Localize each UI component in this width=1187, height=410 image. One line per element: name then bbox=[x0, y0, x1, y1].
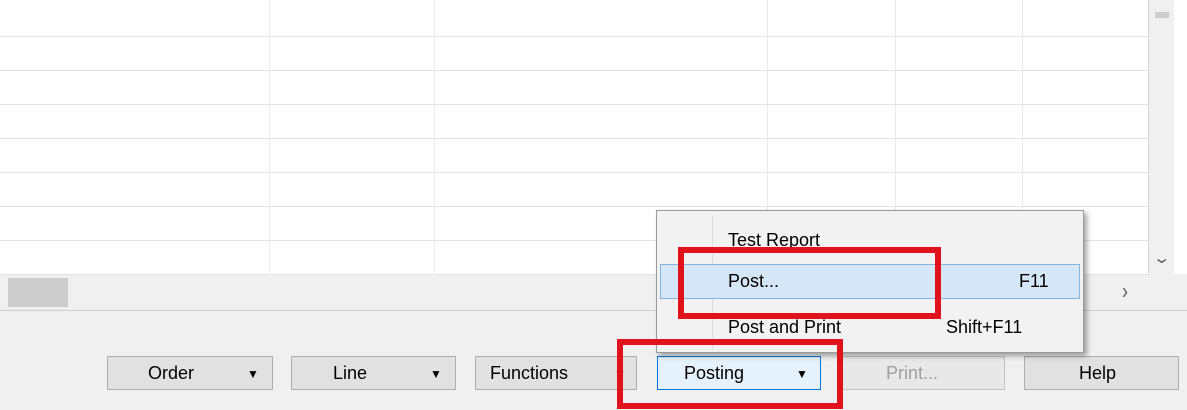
triangle-down-icon: ▼ bbox=[247, 367, 259, 381]
line-button[interactable]: Line ▼ bbox=[291, 356, 456, 390]
menu-item-shortcut: Shift+F11 bbox=[946, 317, 1023, 337]
grid-row-line bbox=[0, 206, 1148, 207]
grid-column-line bbox=[434, 0, 435, 274]
scrollbar-corner bbox=[1148, 274, 1187, 310]
chevron-right-icon[interactable]: › bbox=[1122, 278, 1128, 305]
help-button-label: Help bbox=[1079, 363, 1117, 383]
print-button[interactable]: Print... bbox=[840, 356, 1005, 390]
order-button-label: Order bbox=[148, 363, 195, 383]
menu-item-label: Post and Print bbox=[728, 317, 842, 337]
grid-row-line bbox=[0, 104, 1148, 105]
vertical-scrollbar[interactable]: ⌄ bbox=[1148, 0, 1174, 274]
highlight-box-posting bbox=[617, 339, 843, 409]
grid-row-line bbox=[0, 36, 1148, 37]
line-button-label: Line bbox=[333, 363, 368, 383]
horizontal-scroll-thumb[interactable] bbox=[8, 278, 68, 307]
highlight-box-post bbox=[678, 247, 941, 319]
functions-button-label: Functions bbox=[490, 363, 569, 383]
triangle-down-icon: ▼ bbox=[430, 367, 442, 381]
vertical-scroll-thumb[interactable] bbox=[1155, 12, 1169, 18]
help-button[interactable]: Help bbox=[1024, 356, 1179, 390]
print-button-label: Print... bbox=[886, 363, 939, 383]
menu-item-shortcut: F11 bbox=[1019, 271, 1049, 291]
grid-row-line bbox=[0, 138, 1148, 139]
chevron-down-icon[interactable]: ⌄ bbox=[1152, 248, 1171, 268]
functions-button[interactable]: Functions ▼ bbox=[475, 356, 637, 390]
grid-column-line bbox=[269, 0, 270, 274]
grid-row-line bbox=[0, 172, 1148, 173]
grid-row-line bbox=[0, 70, 1148, 71]
order-button[interactable]: Order ▼ bbox=[107, 356, 273, 390]
